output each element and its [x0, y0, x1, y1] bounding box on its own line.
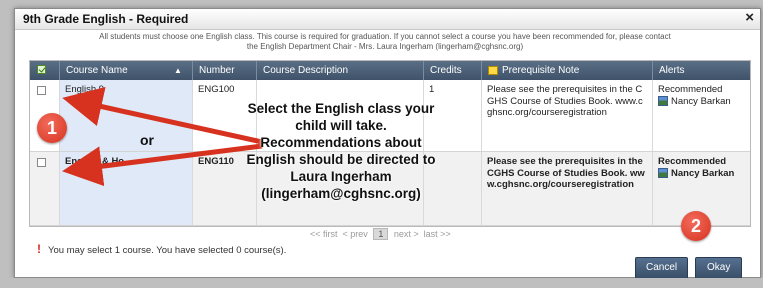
pager-next[interactable]: next >: [394, 229, 419, 239]
dialog-titlebar: 9th Grade English - Required ×: [15, 9, 760, 30]
step-1-badge: 1: [37, 113, 67, 143]
header-prereq[interactable]: Prerequisite Note: [482, 61, 653, 80]
step-2-badge: 2: [681, 211, 711, 241]
pager-last[interactable]: last >>: [424, 229, 451, 239]
row-select-cell: [30, 152, 60, 225]
header-number[interactable]: Number: [193, 61, 257, 80]
sticky-note-icon: [488, 65, 498, 75]
person-icon: [658, 95, 668, 106]
dialog-title: 9th Grade English - Required: [23, 12, 189, 26]
page-background-footer: [0, 278, 763, 288]
pager-prev[interactable]: < prev: [343, 229, 368, 239]
pagination: << first < prev 1 next > last >>: [310, 228, 451, 240]
instruction-overlay: Select the English class your child will…: [246, 101, 436, 201]
alert-person: Nancy Barkan: [671, 167, 735, 179]
course-checkbox[interactable]: [37, 86, 46, 95]
alert-status: Recommended: [658, 156, 727, 167]
select-all-cell: [30, 61, 60, 80]
alert-status: Recommended: [658, 84, 723, 95]
warning-exclamation-icon: !: [37, 242, 41, 256]
cancel-button[interactable]: Cancel: [635, 257, 689, 279]
header-prereq-label: Prerequisite Note: [502, 65, 580, 76]
selection-status: ! You may select 1 course. You have selec…: [37, 242, 286, 256]
course-name: English & Ho...: [60, 152, 193, 225]
prereq-note: Please see the prerequisites in the CGHS…: [482, 152, 653, 225]
or-label: or: [140, 132, 154, 148]
person-icon: [658, 167, 668, 178]
header-course-name-label: Course Name: [66, 65, 128, 76]
pager-first[interactable]: << first: [310, 229, 338, 239]
intro-text: All students must choose one English cla…: [99, 32, 671, 51]
table-header: Course Name ▲ Number Course Description …: [30, 61, 750, 80]
header-course-name[interactable]: Course Name ▲: [60, 61, 193, 80]
alert-person: Nancy Barkan: [671, 95, 731, 107]
header-alerts[interactable]: Alerts: [653, 61, 750, 80]
okay-button[interactable]: Okay: [695, 257, 743, 279]
course-checkbox[interactable]: [37, 158, 46, 167]
alerts-cell: Recommended Nancy Barkan: [653, 80, 750, 151]
course-name: English 9: [60, 80, 193, 151]
checkbox-checked-icon[interactable]: [37, 65, 46, 74]
close-icon[interactable]: ×: [745, 9, 754, 26]
pager-current-page[interactable]: 1: [373, 228, 389, 240]
sort-ascending-icon: ▲: [174, 66, 182, 75]
prereq-note: Please see the prerequisites in the CGHS…: [482, 80, 653, 151]
header-description[interactable]: Course Description: [257, 61, 424, 80]
selection-status-text: You may select 1 course. You have select…: [48, 245, 287, 256]
header-credits[interactable]: Credits: [424, 61, 482, 80]
